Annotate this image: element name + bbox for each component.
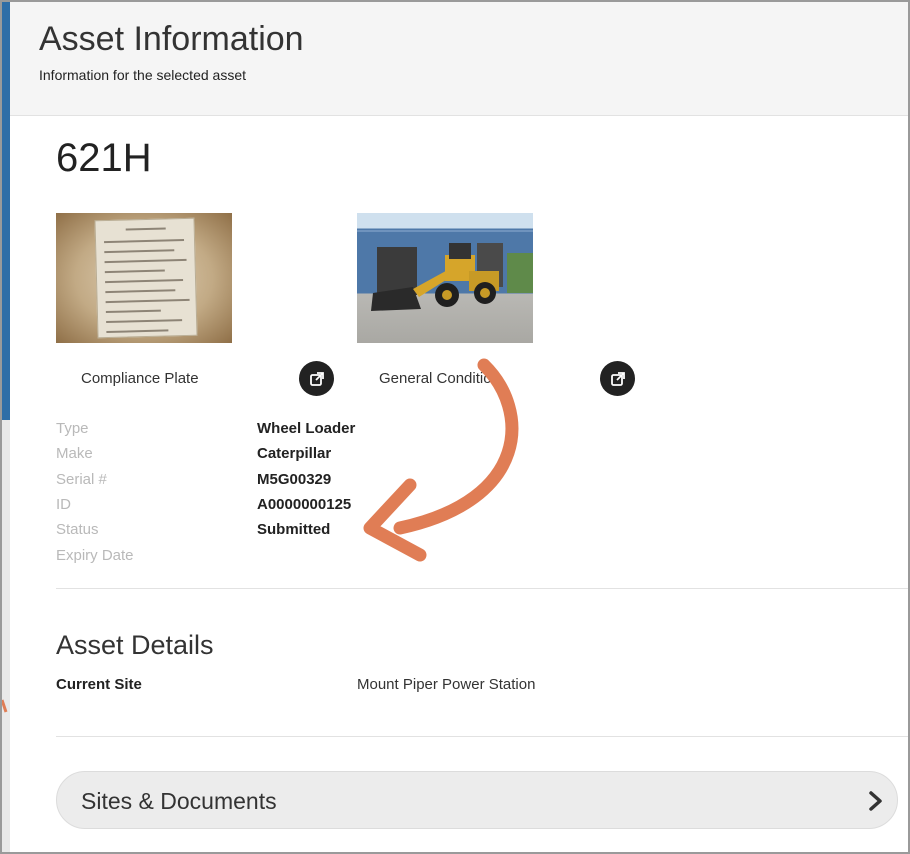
panel-header: Asset Information Information for the se… (10, 2, 908, 116)
sites-documents-label: Sites & Documents (81, 788, 277, 814)
serial-label: Serial # (56, 471, 107, 488)
type-value: Wheel Loader (257, 420, 356, 437)
current-site-label: Current Site (56, 676, 142, 693)
general-condition-photo[interactable] (357, 213, 533, 343)
status-label: Status (56, 521, 99, 538)
id-label: ID (56, 496, 71, 513)
asset-information-panel: Asset Information Information for the se… (10, 2, 908, 852)
chevron-right-icon (869, 791, 882, 811)
external-link-icon (309, 371, 324, 386)
status-value: Submitted (257, 521, 331, 538)
current-site-value: Mount Piper Power Station (357, 676, 536, 693)
asset-details-title: Asset Details (56, 630, 214, 660)
section-divider (56, 736, 908, 737)
plate-sheet-graphic (94, 217, 198, 339)
open-compliance-plate-button[interactable] (299, 361, 334, 396)
asset-id-heading: 621H (56, 136, 152, 180)
external-link-icon (610, 371, 625, 386)
page-subtitle: Information for the selected asset (39, 67, 246, 83)
page-title: Asset Information (39, 20, 304, 58)
id-value: A0000000125 (257, 496, 352, 513)
wheel-loader-image (357, 230, 533, 311)
expiry-date-label: Expiry Date (56, 547, 134, 564)
general-condition-caption: General Condition (379, 370, 500, 387)
open-general-condition-button[interactable] (600, 361, 635, 396)
sites-documents-accordion[interactable]: Sites & Documents (56, 771, 898, 829)
background-window-strip-lower (0, 420, 10, 854)
background-window-strip (0, 0, 10, 420)
make-value: Caterpillar (257, 445, 332, 462)
type-label: Type (56, 420, 89, 437)
compliance-plate-caption: Compliance Plate (81, 370, 199, 387)
make-label: Make (56, 445, 93, 462)
compliance-plate-photo[interactable] (56, 213, 232, 343)
section-divider (56, 588, 908, 589)
serial-value: M5G00329 (257, 471, 332, 488)
